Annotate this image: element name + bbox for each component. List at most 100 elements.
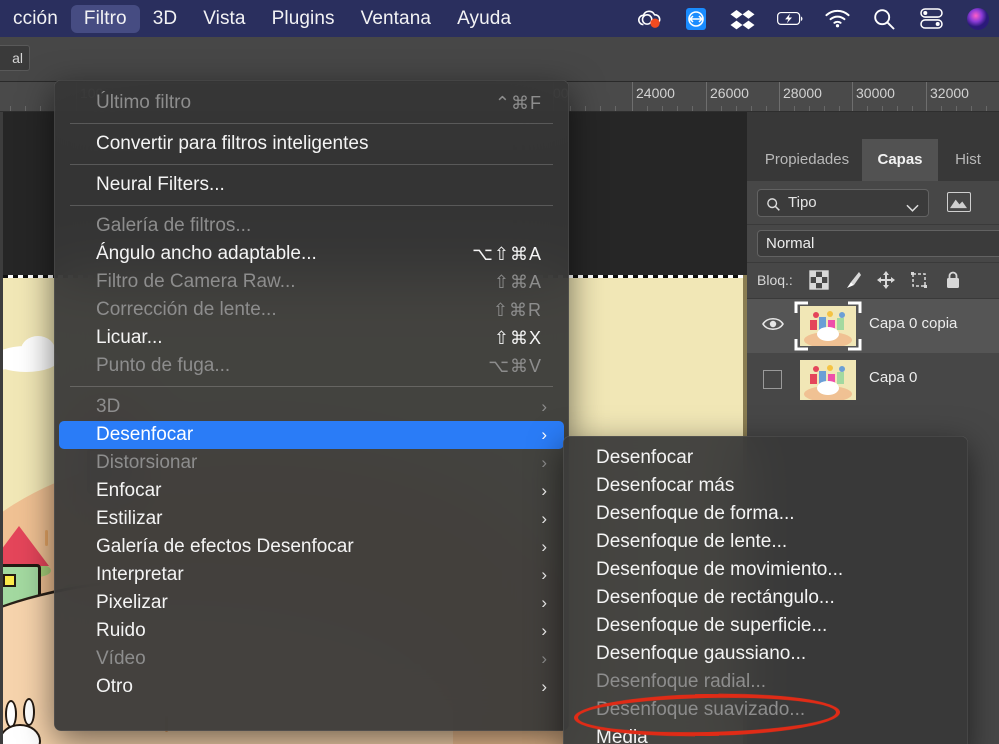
eye-icon[interactable] (761, 315, 785, 335)
house-roof (3, 526, 49, 566)
menu-item-label: Licuar... (96, 327, 163, 348)
visibility-checkbox[interactable] (763, 370, 782, 389)
menu-item-galeria-de-filtros[interactable]: Galería de filtros... (59, 212, 564, 240)
submenu-item-desenfocar-mas[interactable]: Desenfocar más (568, 472, 963, 500)
artboard-icon[interactable] (909, 270, 931, 292)
chevron-right-icon: › (541, 425, 547, 444)
submenu-item-desenfoque-de-forma[interactable]: Desenfoque de forma... (568, 500, 963, 528)
filtro-dropdown-menu[interactable]: Último filtro ⌃⌘F Convertir para filtros… (54, 80, 569, 731)
layer-filter-type-label: Tipo (788, 194, 817, 211)
photoshop-app: al licar máscara... 100 00 24000 26000 2… (0, 37, 999, 744)
menu-bar-status-icons (636, 6, 999, 32)
menu-item-label: Ángulo ancho adaptable... (96, 243, 317, 264)
pixel-layer-filter-icon[interactable] (947, 192, 971, 212)
submenu-item-desenfoque-de-superficie[interactable]: Desenfoque de superficie... (568, 612, 963, 640)
menu-item-pixelizar[interactable]: Pixelizar › (59, 589, 564, 617)
menu-vista[interactable]: Vista (190, 5, 258, 33)
screen: al licar máscara... 100 00 24000 26000 2… (0, 0, 999, 744)
options-blend-field[interactable]: al (0, 45, 30, 71)
table-row[interactable]: Capa 0 (747, 353, 999, 407)
menu-item-desenfocar[interactable]: Desenfocar › (59, 421, 564, 449)
brush-icon[interactable] (843, 270, 865, 292)
menu-item-interpretar[interactable]: Interpretar › (59, 561, 564, 589)
house-window (3, 574, 16, 587)
menu-item-neural-filters[interactable]: Neural Filters... (59, 171, 564, 199)
menu-item-convertir-filtros-inteligentes[interactable]: Convertir para filtros inteligentes (59, 130, 564, 158)
submenu-item-desenfoque-de-movimiento[interactable]: Desenfoque de movimiento... (568, 556, 963, 584)
lock-row: Bloq.: (747, 263, 999, 299)
control-center-icon[interactable] (918, 6, 944, 32)
chevron-right-icon: › (541, 621, 547, 640)
menu-item-galeria-efectos-desenfocar[interactable]: Galería de efectos Desenfocar › (59, 533, 564, 561)
menu-item-enfocar[interactable]: Enfocar › (59, 477, 564, 505)
layer-thumbnail (800, 360, 856, 400)
blend-mode-select[interactable]: Normal (757, 230, 999, 257)
menu-item-ultimo-filtro[interactable]: Último filtro ⌃⌘F (59, 89, 564, 117)
layer-filter-type-select[interactable]: Tipo (757, 189, 929, 217)
menu-item-label: Vídeo (96, 648, 146, 669)
menu-item-label: Otro (96, 676, 133, 697)
chevron-right-icon: › (541, 537, 547, 556)
table-row[interactable]: Capa 0 copia (747, 299, 999, 353)
lock-row-label: Bloq.: (757, 272, 793, 288)
spotlight-search-icon[interactable] (871, 6, 897, 32)
menu-ventana[interactable]: Ventana (348, 5, 444, 33)
submenu-item-desenfoque-radial[interactable]: Desenfoque radial... (568, 668, 963, 696)
menu-item-video[interactable]: Vídeo › (59, 645, 564, 673)
layer-filter-row: Tipo (747, 181, 999, 225)
menu-item-punto-de-fuga[interactable]: Punto de fuga... ⌥⌘V (59, 352, 564, 380)
lock-icon[interactable] (943, 270, 965, 292)
chevron-right-icon: › (541, 509, 547, 528)
submenu-item-desenfoque-suavizado[interactable]: Desenfoque suavizado... (568, 696, 963, 724)
desenfocar-submenu[interactable]: Desenfocar Desenfocar más Desenfoque de … (563, 436, 968, 744)
menu-filtro[interactable]: Filtro (70, 4, 140, 33)
move-icon[interactable] (876, 270, 898, 292)
submenu-item-desenfoque-gaussiano[interactable]: Desenfoque gaussiano... (568, 640, 963, 668)
menu-item-3d[interactable]: 3D › (59, 393, 564, 421)
siri-icon[interactable] (965, 6, 991, 32)
dropbox-icon[interactable] (730, 6, 756, 32)
creative-cloud-icon[interactable] (636, 6, 662, 32)
menu-separator (70, 205, 553, 206)
menu-separator (70, 123, 553, 124)
options-bar: al (0, 37, 999, 82)
menu-item-label: Galería de efectos Desenfocar (96, 536, 354, 557)
panel-tab-bar: Propiedades Capas Hist (747, 139, 999, 181)
menu-separator (70, 386, 553, 387)
menu-item-licuar[interactable]: Licuar... ⇧⌘X (59, 324, 564, 352)
menu-item-angulo-ancho-adaptable[interactable]: Ángulo ancho adaptable... ⌥⇧⌘A (59, 240, 564, 268)
layer-thumbnail (800, 306, 856, 346)
macos-menu-bar: cción Filtro 3D Vista Plugins Ventana Ay… (0, 0, 999, 37)
ruler-label: 30000 (856, 85, 895, 101)
cloud-shape (21, 336, 55, 364)
submenu-item-desenfocar[interactable]: Desenfocar (568, 444, 963, 472)
menu-item-otro[interactable]: Otro › (59, 673, 564, 701)
menu-item-shortcut: ⇧⌘X (493, 328, 542, 348)
menu-3d[interactable]: 3D (140, 5, 191, 33)
bunny-ear (23, 698, 35, 726)
menu-item-correccion-de-lente[interactable]: Corrección de lente... ⇧⌘R (59, 296, 564, 324)
menu-item-label: Punto de fuga... (96, 355, 231, 376)
submenu-item-desenfoque-de-rectangulo[interactable]: Desenfoque de rectángulo... (568, 584, 963, 612)
menu-item-distorsionar[interactable]: Distorsionar › (59, 449, 564, 477)
menu-item-shortcut: ⌥⌘V (488, 356, 542, 376)
battery-charging-icon[interactable] (777, 6, 803, 32)
wifi-icon[interactable] (824, 6, 850, 32)
menu-item-ruido[interactable]: Ruido › (59, 617, 564, 645)
menu-accion[interactable]: cción (0, 5, 71, 33)
menu-item-filtro-de-camera-raw[interactable]: Filtro de Camera Raw... ⇧⌘A (59, 268, 564, 296)
ruler-label: 26000 (710, 85, 749, 101)
menu-ayuda[interactable]: Ayuda (444, 5, 524, 33)
menu-item-label: Convertir para filtros inteligentes (96, 133, 369, 154)
tab-historia[interactable]: Hist (938, 139, 998, 181)
teamviewer-icon[interactable] (683, 6, 709, 32)
menu-plugins[interactable]: Plugins (259, 5, 348, 33)
tab-propiedades[interactable]: Propiedades (752, 139, 862, 181)
menu-item-label: Corrección de lente... (96, 299, 277, 320)
menu-item-estilizar[interactable]: Estilizar › (59, 505, 564, 533)
chevron-down-icon (906, 196, 919, 222)
submenu-item-media[interactable]: Media (568, 724, 963, 744)
tab-capas[interactable]: Capas (862, 139, 938, 181)
checkerboard-icon[interactable] (809, 270, 831, 292)
submenu-item-desenfoque-de-lente[interactable]: Desenfoque de lente... (568, 528, 963, 556)
